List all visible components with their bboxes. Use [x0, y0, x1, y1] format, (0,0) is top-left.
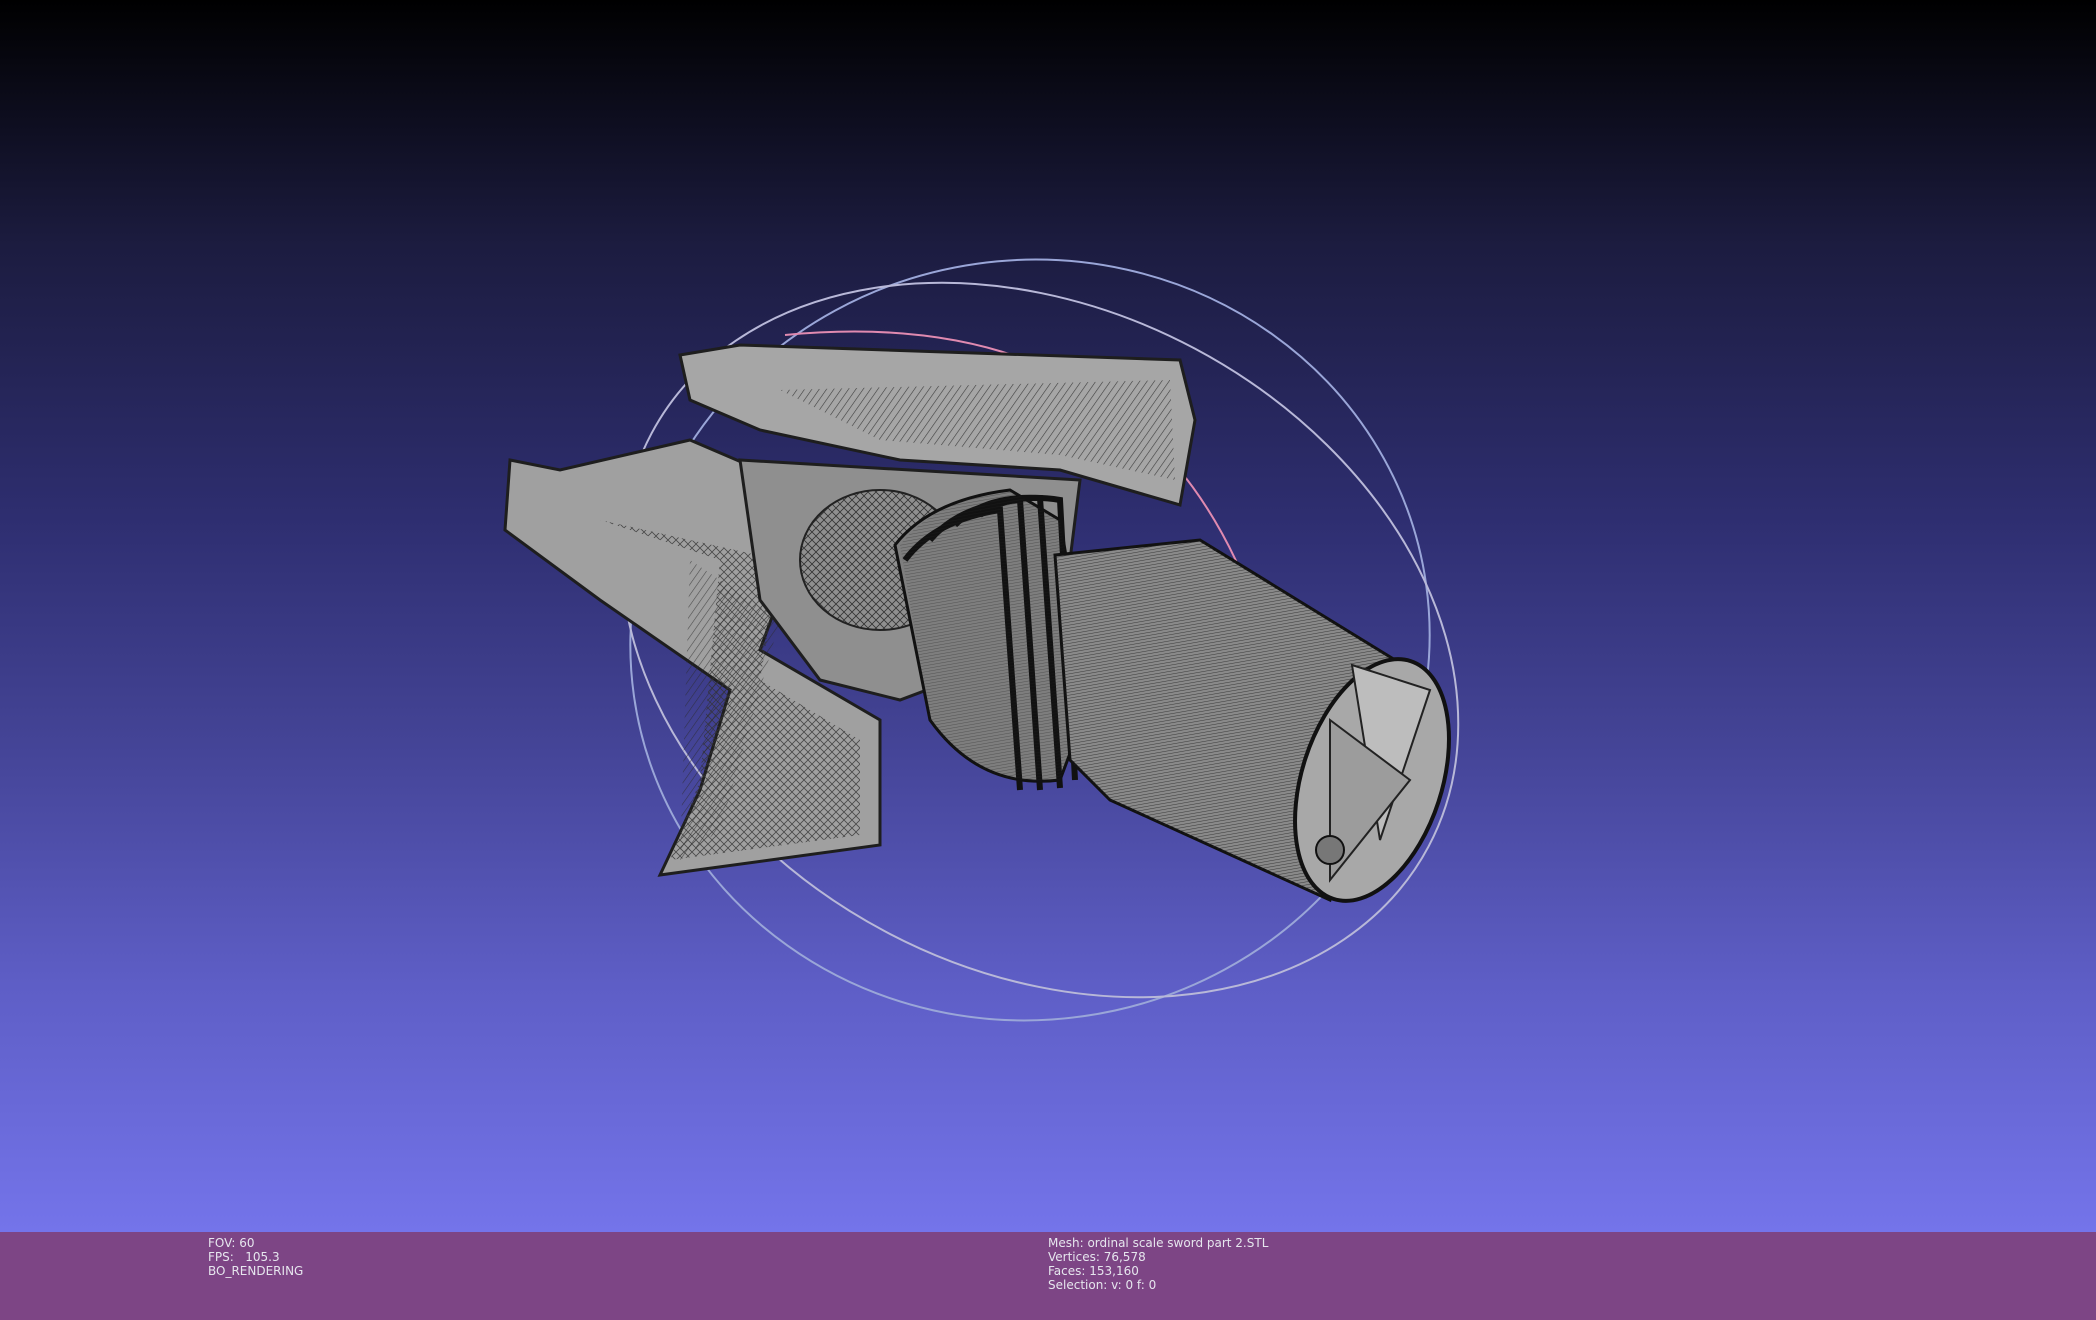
- render-info: FOV: 60 FPS: 105.3 BO_RENDERING: [208, 1236, 303, 1278]
- render-mode: BO_RENDERING: [208, 1264, 304, 1278]
- status-bar: FOV: 60 FPS: 105.3 BO_RENDERING Mesh: or…: [0, 1232, 2096, 1320]
- fov-readout: FOV: 60: [208, 1236, 255, 1250]
- mesh-render[interactable]: [0, 0, 2096, 1232]
- fps-readout: FPS: 105.3: [208, 1250, 280, 1264]
- vertex-count: Vertices: 76,578: [1048, 1250, 1146, 1264]
- meshlab-window: FOV: 60 FPS: 105.3 BO_RENDERING Mesh: or…: [0, 0, 2096, 1320]
- 3d-viewport[interactable]: [0, 0, 2096, 1232]
- selection-info: Selection: v: 0 f: 0: [1048, 1278, 1157, 1292]
- face-count: Faces: 153,160: [1048, 1264, 1139, 1278]
- mesh-model[interactable]: [503, 343, 1477, 921]
- mesh-info: Mesh: ordinal scale sword part 2.STL Ver…: [1048, 1236, 1268, 1292]
- mesh-name: Mesh: ordinal scale sword part 2.STL: [1048, 1236, 1269, 1250]
